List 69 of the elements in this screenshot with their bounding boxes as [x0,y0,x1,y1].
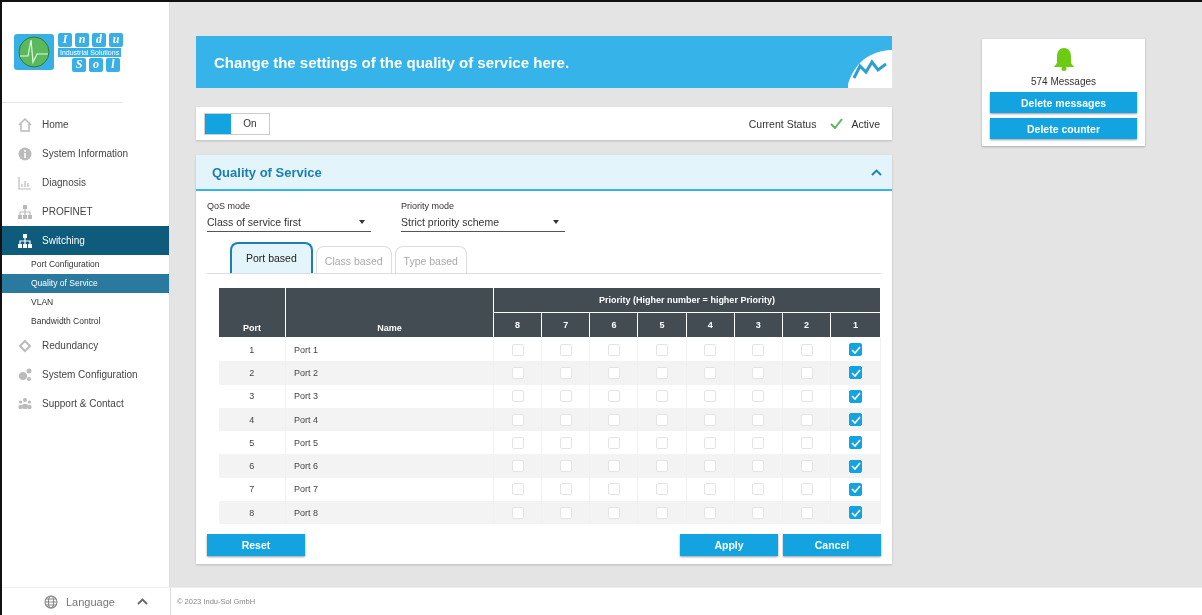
caret-icon [359,220,365,224]
banner-title: Change the settings of the quality of service here. [214,53,570,71]
column-header: Priority (Higher number = higher Priority) [493,287,881,313]
logo-letter: I [58,32,72,47]
panel-title: Quality of Service [212,164,322,180]
table-cell: 8 [218,501,286,525]
table-cell: Port 6 [285,454,494,478]
chart-icon [18,175,32,190]
column-header: Name [285,287,494,338]
nav-subitem[interactable]: Bandwidth Control [2,312,169,331]
caret-icon [553,220,559,224]
nav-subitem[interactable]: VLAN [2,293,169,312]
column-header: Port [218,287,286,338]
nav-item[interactable]: PROFINET [2,197,169,226]
diamond-icon [18,338,32,353]
info-icon [18,146,32,161]
table-cell: 3 [218,384,286,408]
status-value: Active [851,117,880,130]
logo-letter: o [89,57,103,72]
on-toggle[interactable]: On [204,112,270,135]
status-label: Current Status [748,117,817,130]
network-icon [18,204,32,219]
nav-item[interactable]: System Information [2,139,169,168]
table-cell: Port 2 [285,361,494,385]
tab[interactable]: Port based [230,242,313,273]
network-icon [18,233,32,248]
checkbox[interactable] [849,413,863,427]
globe-icon [44,594,58,609]
message-count: 574 Messages [1030,76,1096,87]
checkbox[interactable] [849,366,863,380]
people-icon [18,396,32,411]
dropdown[interactable]: Class of service first [207,216,371,232]
table-cell: 2 [218,361,286,385]
logo-letter: n [75,32,89,47]
check-icon [830,118,844,129]
table-cell: Port 4 [285,407,494,432]
table-cell: Port 8 [285,501,494,525]
nav-item[interactable]: Redundancy [2,331,169,360]
select-label: Priority mode [401,201,455,211]
wave-logo-icon [846,48,892,88]
select-label: QoS mode [207,201,252,211]
nav-item[interactable]: System Configuration [2,360,169,389]
logo-letter: u [109,32,123,47]
panel-header[interactable]: Quality of Service [196,155,892,191]
nav-item[interactable]: Home [2,110,169,139]
table-cell: 4 [218,407,286,432]
checkbox[interactable] [849,343,863,357]
nav-item[interactable]: Diagnosis [2,168,169,197]
dropdown[interactable]: Strict priority scheme [401,216,565,232]
checkbox[interactable] [849,436,863,450]
table-cell: 6 [218,454,286,478]
logo-letter: S [72,57,86,72]
logo-letter: d [92,32,106,47]
nav-subitem[interactable]: Port Configuration [2,255,169,274]
table-cell: Port 3 [285,384,494,408]
oscilloscope-icon [14,34,54,70]
chevron-icon [136,598,148,605]
gears-icon [18,367,32,382]
home-icon [18,117,32,132]
nav-subitem[interactable]: Quality of Service [2,274,169,293]
language-selector[interactable]: Language [2,588,171,615]
bell-icon [1052,47,1075,71]
checkbox[interactable] [849,482,863,496]
checkbox[interactable] [849,506,863,520]
nav-item[interactable]: Support & Contact [2,389,169,418]
nav-item[interactable]: Switching [2,226,169,255]
checkbox[interactable] [849,389,863,403]
logo-letter: l [106,57,120,72]
checkbox[interactable] [849,459,863,473]
